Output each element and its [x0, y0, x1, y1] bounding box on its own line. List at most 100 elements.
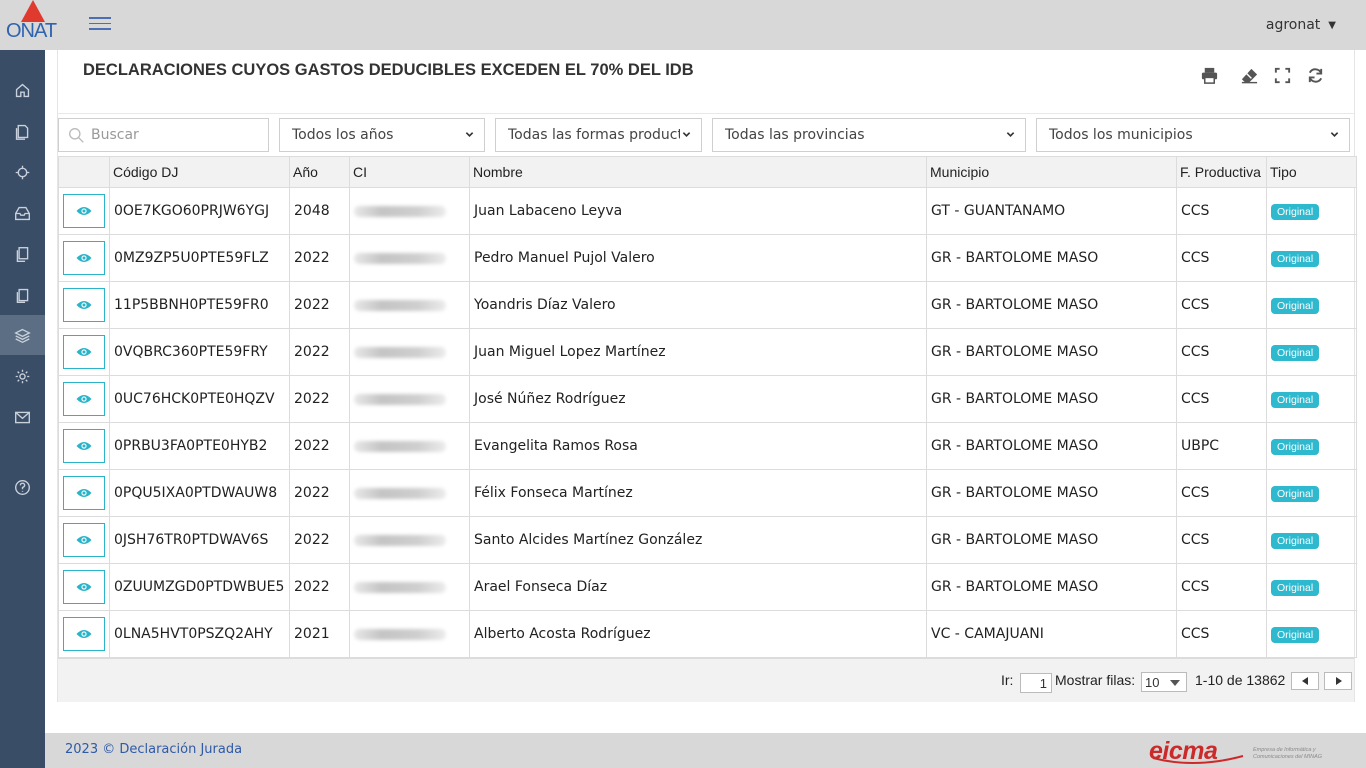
municipality-select[interactable]: Todos los municipios [1036, 118, 1350, 152]
sidebar-item-layers[interactable] [0, 315, 45, 355]
footer-copyright: 2023 © Declaración Jurada [65, 742, 243, 757]
productive-form-select[interactable]: Todas las formas producti [495, 118, 702, 152]
fullscreen-button[interactable] [1271, 64, 1293, 86]
eye-icon [76, 536, 92, 544]
column-header-productive-form[interactable]: F. Productiva [1176, 156, 1267, 188]
productive-form-cell: CCS [1176, 375, 1267, 423]
productive-form-cell: CCS [1176, 563, 1267, 611]
inbox-icon [15, 206, 30, 220]
type-cell: Original [1266, 281, 1357, 329]
municipality-select-value: Todos los municipios [1049, 127, 1193, 143]
sidebar-item-home[interactable] [0, 70, 45, 110]
declarations-table-wrap: Código DJ Año CI Nombre Municipio F. Pro… [58, 156, 1357, 658]
municipality-cell: GR - BARTOLOME MASO [926, 422, 1177, 470]
footer: 2023 © Declaración Jurada eicma Empresa … [45, 733, 1366, 768]
name-cell: José Núñez Rodríguez [469, 375, 927, 423]
sidebar-item-copy[interactable] [0, 234, 45, 274]
sidebar-item-settings[interactable] [0, 356, 45, 396]
rows-per-page-select[interactable]: 10 [1141, 672, 1187, 692]
sidebar-item-help[interactable] [0, 467, 45, 507]
paste-icon [16, 288, 29, 303]
year-cell: 2022 [289, 563, 350, 611]
municipality-cell: GR - BARTOLOME MASO [926, 469, 1177, 517]
column-header-code[interactable]: Código DJ [109, 156, 290, 188]
user-menu[interactable]: agronat ▼ [1266, 17, 1336, 33]
type-badge: Original [1271, 297, 1320, 314]
type-cell: Original [1266, 516, 1357, 564]
municipality-cell: GR - BARTOLOME MASO [926, 375, 1177, 423]
refresh-button[interactable] [1304, 64, 1326, 86]
row-actions-cell [58, 328, 110, 376]
column-header-type[interactable]: Tipo [1266, 156, 1357, 188]
eye-icon [76, 442, 92, 450]
year-select[interactable]: Todos los años [279, 118, 485, 152]
sidebar-item-paste[interactable] [0, 275, 45, 315]
name-cell: Evangelita Ramos Rosa [469, 422, 927, 470]
rows-per-page-value: 10 [1145, 675, 1160, 690]
chevron-down-icon [1006, 132, 1015, 137]
pager: Ir: 1 Mostrar filas: 10 1-10 de 13862 [58, 658, 1354, 702]
sidebar-item-documents[interactable] [0, 111, 45, 151]
ci-cell [349, 469, 470, 517]
productive-form-cell: CCS [1176, 516, 1267, 564]
goto-page-input[interactable]: 1 [1020, 673, 1052, 693]
table-row: 0MZ9ZP5U0PTE59FLZ 2022 Pedro Manuel Pujo… [58, 234, 1357, 282]
view-button[interactable] [63, 570, 105, 604]
column-header-year[interactable]: Año [289, 156, 350, 188]
view-button[interactable] [63, 288, 105, 322]
onat-logo[interactable]: ONAT [0, 0, 60, 50]
page-range: 1-10 de 13862 [1195, 672, 1286, 688]
eraser-icon [1241, 68, 1257, 83]
view-button[interactable] [63, 523, 105, 557]
productive-form-cell: UBPC [1176, 422, 1267, 470]
name-cell: Pedro Manuel Pujol Valero [469, 234, 927, 282]
type-cell: Original [1266, 375, 1357, 423]
next-page-button[interactable] [1324, 672, 1352, 690]
type-cell: Original [1266, 187, 1357, 235]
column-header-name[interactable]: Nombre [469, 156, 927, 188]
type-badge: Original [1271, 391, 1320, 408]
column-header-municipality[interactable]: Municipio [926, 156, 1177, 188]
type-cell: Original [1266, 610, 1357, 658]
eye-icon [76, 489, 92, 497]
search-input[interactable] [91, 120, 261, 150]
view-button[interactable] [63, 382, 105, 416]
row-actions-cell [58, 516, 110, 564]
refresh-icon [1308, 67, 1322, 83]
municipality-cell: GR - BARTOLOME MASO [926, 281, 1177, 329]
eicma-wordmark: eicma [1149, 737, 1218, 765]
type-cell: Original [1266, 328, 1357, 376]
code-cell: 0MZ9ZP5U0PTE59FLZ [109, 234, 290, 282]
eye-icon [76, 395, 92, 403]
view-button[interactable] [63, 194, 105, 228]
ci-cell [349, 187, 470, 235]
productive-form-cell: CCS [1176, 469, 1267, 517]
name-cell: Arael Fonseca Díaz [469, 563, 927, 611]
view-button[interactable] [63, 335, 105, 369]
table-row: 0PRBU3FA0PTE0HYB2 2022 Evangelita Ramos … [58, 422, 1357, 470]
code-cell: 11P5BBNH0PTE59FR0 [109, 281, 290, 329]
sidebar-item-inbox[interactable] [0, 193, 45, 233]
page-title: DECLARACIONES CUYOS GASTOS DEDUCIBLES EX… [83, 61, 694, 79]
row-actions-cell [58, 422, 110, 470]
prev-page-button[interactable] [1291, 672, 1319, 690]
view-button[interactable] [63, 241, 105, 275]
sidebar-item-target[interactable] [0, 152, 45, 192]
clear-filters-button[interactable] [1238, 64, 1260, 86]
sidebar-item-mail[interactable] [0, 397, 45, 437]
print-button[interactable] [1198, 64, 1220, 86]
municipality-cell: GR - BARTOLOME MASO [926, 516, 1177, 564]
name-cell: Santo Alcides Martínez González [469, 516, 927, 564]
view-button[interactable] [63, 429, 105, 463]
redacted-ci [354, 534, 446, 546]
view-button[interactable] [63, 476, 105, 510]
print-icon [1201, 67, 1217, 84]
type-cell: Original [1266, 469, 1357, 517]
province-select[interactable]: Todas las provincias [712, 118, 1026, 152]
type-badge: Original [1271, 203, 1320, 220]
view-button[interactable] [63, 617, 105, 651]
column-header-ci[interactable]: CI [349, 156, 470, 188]
menu-toggle-icon[interactable] [88, 14, 112, 34]
row-actions-cell [58, 375, 110, 423]
municipality-cell: GR - BARTOLOME MASO [926, 563, 1177, 611]
